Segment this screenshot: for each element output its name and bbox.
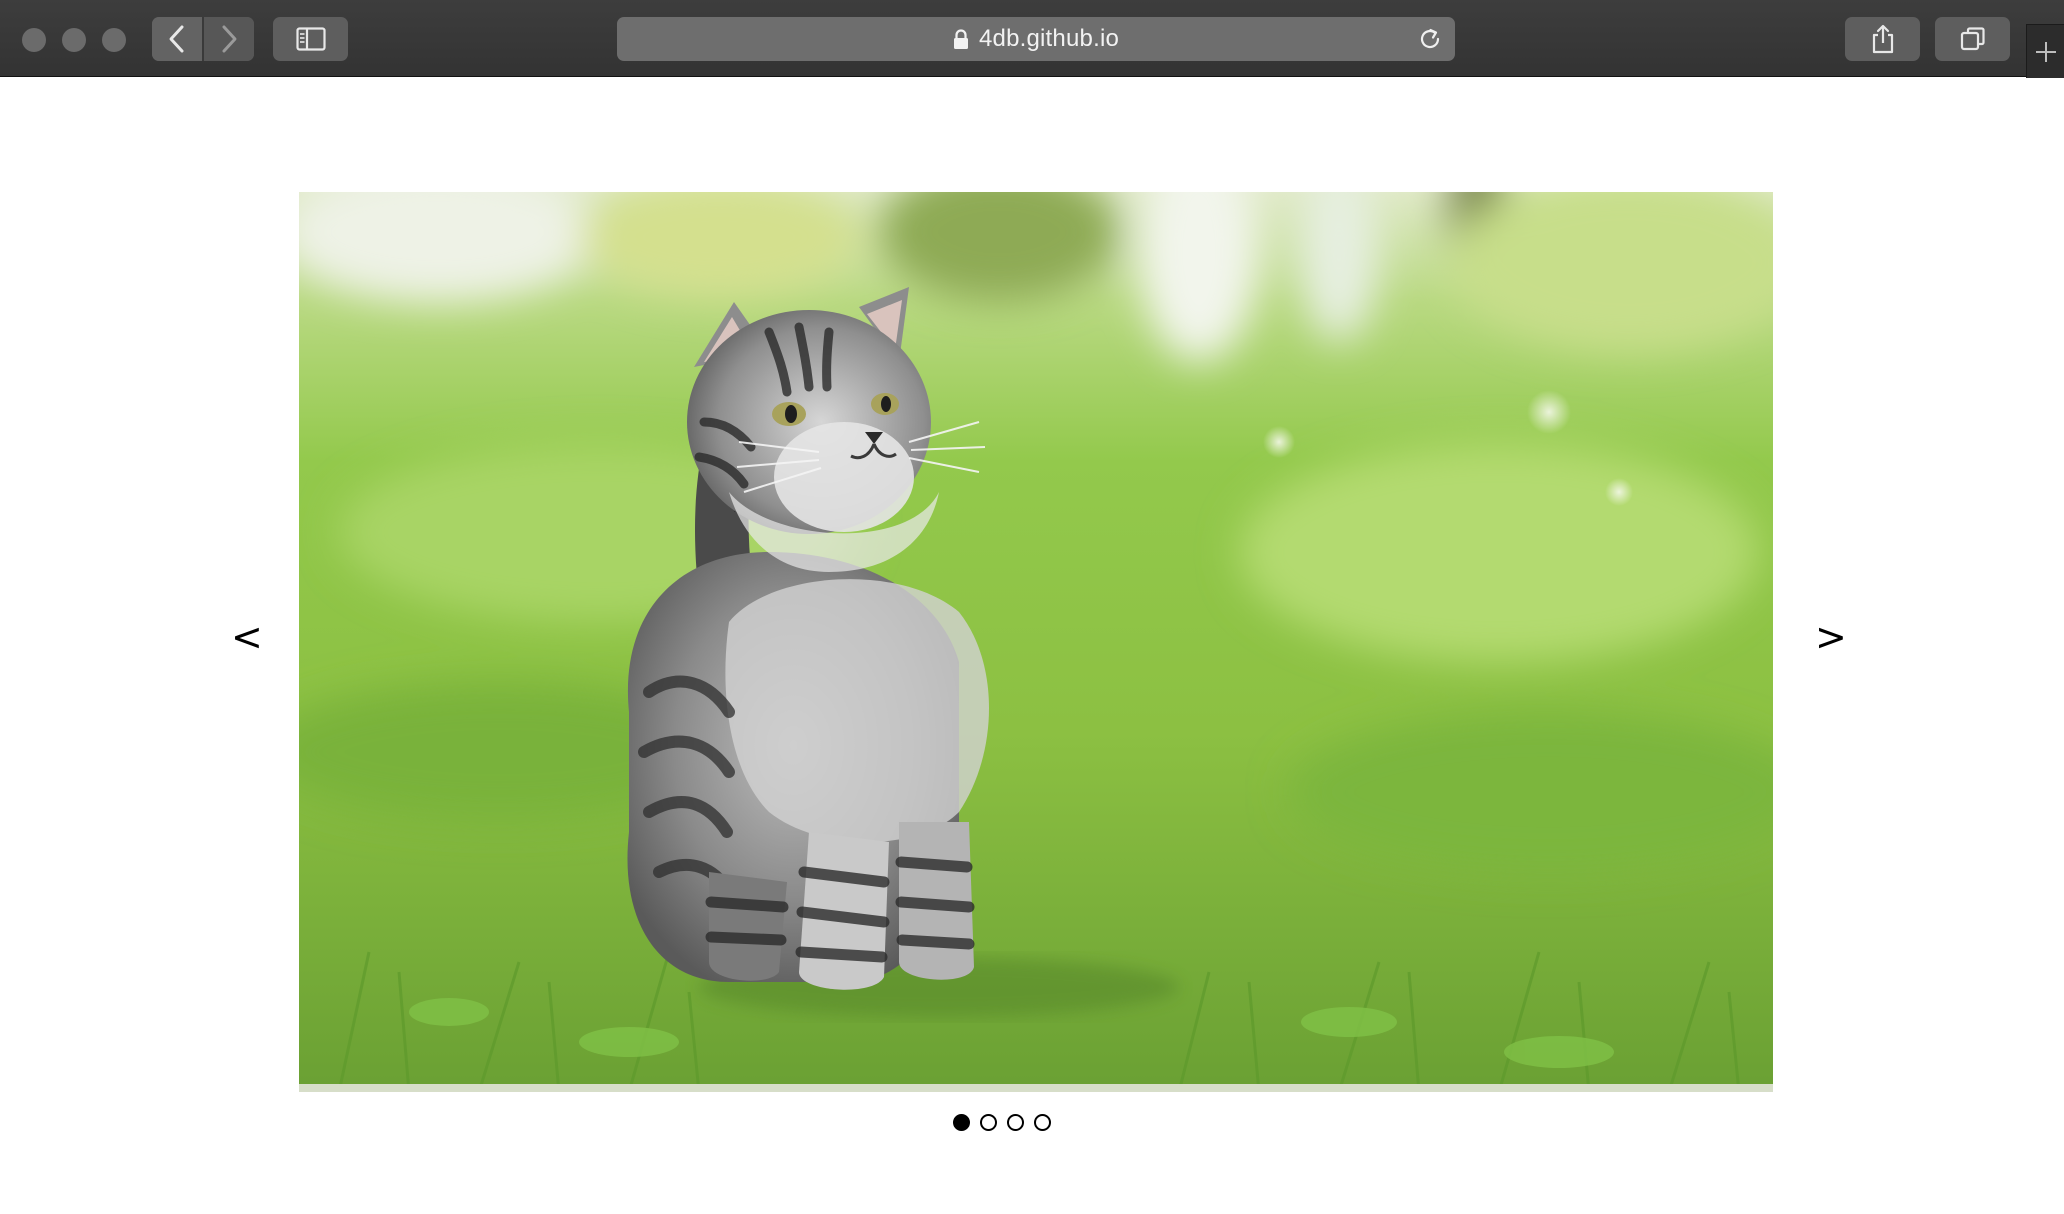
sidebar-button[interactable] xyxy=(273,17,348,61)
slide-indicator-dot[interactable] xyxy=(953,1113,970,1131)
window-close-button[interactable] xyxy=(22,28,46,52)
browser-toolbar: 4db.github.io xyxy=(0,0,2064,78)
url-text: 4db.github.io xyxy=(978,25,1120,52)
next-slide-button[interactable]: > xyxy=(1815,618,1847,656)
new-tab-button[interactable] xyxy=(2026,24,2064,78)
navigation-buttons xyxy=(152,17,254,61)
sidebar-icon xyxy=(295,27,326,51)
address-bar[interactable]: 4db.github.io xyxy=(617,17,1455,61)
plus-icon xyxy=(2036,41,2056,62)
lock-icon xyxy=(953,28,968,49)
share-icon xyxy=(1872,24,1893,54)
carousel-slide-image xyxy=(299,192,1773,1092)
chevron-left-icon xyxy=(169,25,184,53)
back-button[interactable] xyxy=(152,17,204,61)
slide-indicator-dot[interactable] xyxy=(1034,1113,1051,1131)
tabs-icon xyxy=(1960,27,1985,51)
image-carousel: < > xyxy=(0,78,2064,1214)
kitten-photo xyxy=(299,192,1773,1092)
forward-button[interactable] xyxy=(204,17,254,61)
slide-indicators xyxy=(953,1112,1051,1132)
slide-indicator-dot[interactable] xyxy=(980,1113,997,1131)
reload-icon[interactable] xyxy=(1417,26,1443,52)
previous-slide-button[interactable]: < xyxy=(231,618,263,656)
address-bar-content: 4db.github.io xyxy=(617,17,1455,61)
window-minimize-button[interactable] xyxy=(62,28,86,52)
show-tabs-button[interactable] xyxy=(1935,17,2010,61)
slide-indicator-dot[interactable] xyxy=(1007,1113,1024,1131)
chevron-right-icon xyxy=(222,25,237,53)
share-button[interactable] xyxy=(1845,17,1920,61)
window-zoom-button[interactable] xyxy=(102,28,126,52)
